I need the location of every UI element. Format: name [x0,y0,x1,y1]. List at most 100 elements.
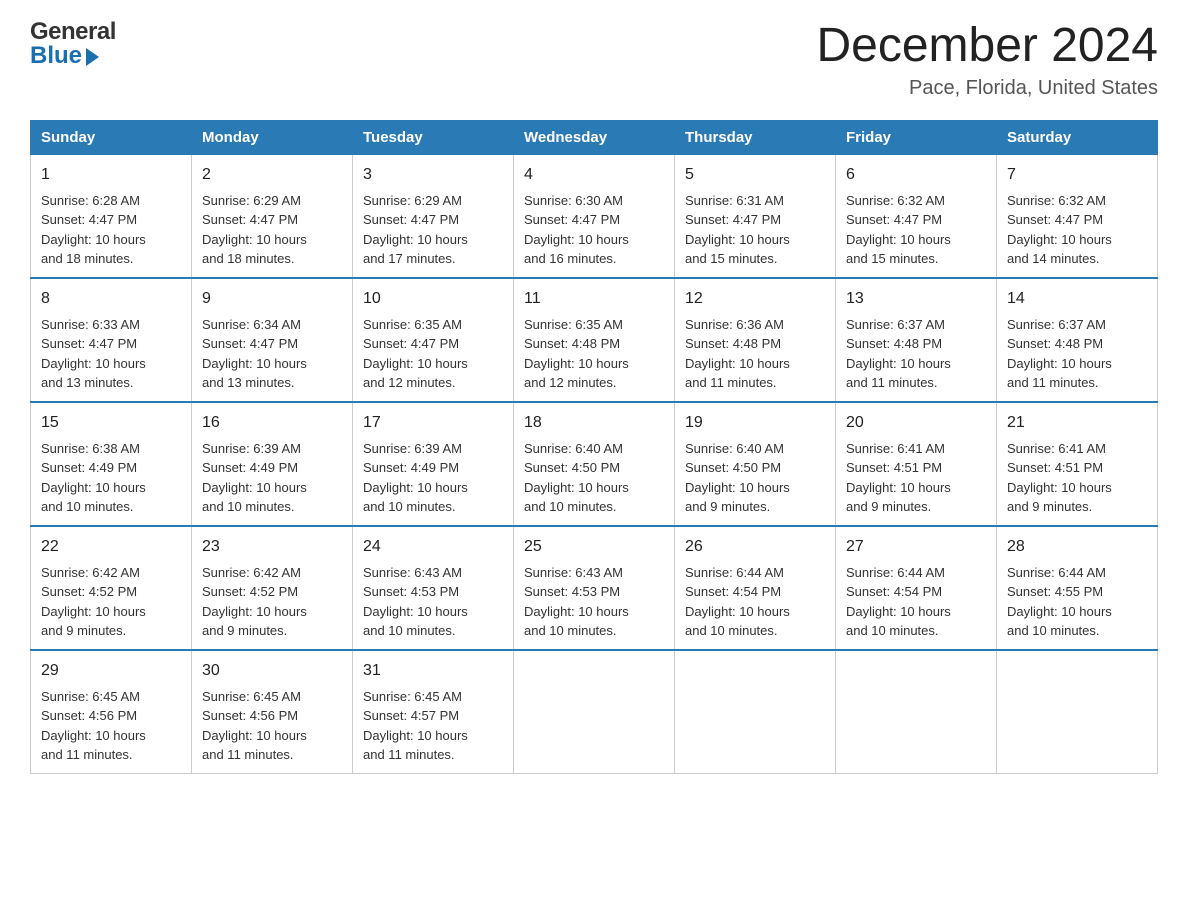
day-number: 29 [41,659,181,683]
day-info: Sunrise: 6:42 AMSunset: 4:52 PMDaylight:… [202,563,342,641]
day-info: Sunrise: 6:29 AMSunset: 4:47 PMDaylight:… [202,191,342,269]
day-info: Sunrise: 6:40 AMSunset: 4:50 PMDaylight:… [685,439,825,517]
day-info: Sunrise: 6:34 AMSunset: 4:47 PMDaylight:… [202,315,342,393]
header-row: Sunday Monday Tuesday Wednesday Thursday… [31,120,1158,154]
day-info: Sunrise: 6:36 AMSunset: 4:48 PMDaylight:… [685,315,825,393]
day-info: Sunrise: 6:35 AMSunset: 4:48 PMDaylight:… [524,315,664,393]
day-info: Sunrise: 6:42 AMSunset: 4:52 PMDaylight:… [41,563,181,641]
calendar-day-cell: 29 Sunrise: 6:45 AMSunset: 4:56 PMDayligh… [31,650,192,774]
day-info: Sunrise: 6:38 AMSunset: 4:49 PMDaylight:… [41,439,181,517]
calendar-day-cell: 30 Sunrise: 6:45 AMSunset: 4:56 PMDayligh… [192,650,353,774]
day-info: Sunrise: 6:33 AMSunset: 4:47 PMDaylight:… [41,315,181,393]
day-number: 7 [1007,163,1147,187]
calendar-day-cell: 8 Sunrise: 6:33 AMSunset: 4:47 PMDaylight… [31,278,192,402]
day-info: Sunrise: 6:40 AMSunset: 4:50 PMDaylight:… [524,439,664,517]
day-number: 14 [1007,287,1147,311]
calendar-day-cell: 11 Sunrise: 6:35 AMSunset: 4:48 PMDayligh… [514,278,675,402]
day-number: 20 [846,411,986,435]
calendar-day-cell: 12Sunrise: 6:36 AMSunset: 4:48 PMDayligh… [675,278,836,402]
calendar-week-row: 1 Sunrise: 6:28 AMSunset: 4:47 PMDaylight… [31,154,1158,278]
col-tuesday: Tuesday [353,120,514,154]
day-info: Sunrise: 6:41 AMSunset: 4:51 PMDaylight:… [1007,439,1147,517]
day-number: 18 [524,411,664,435]
calendar-day-cell: 10 Sunrise: 6:35 AMSunset: 4:47 PMDayligh… [353,278,514,402]
calendar-day-cell [514,650,675,774]
calendar-day-cell: 27Sunrise: 6:44 AMSunset: 4:54 PMDayligh… [836,526,997,650]
day-number: 28 [1007,535,1147,559]
calendar-day-cell: 20 Sunrise: 6:41 AMSunset: 4:51 PMDayligh… [836,402,997,526]
day-info: Sunrise: 6:41 AMSunset: 4:51 PMDaylight:… [846,439,986,517]
day-info: Sunrise: 6:43 AMSunset: 4:53 PMDaylight:… [524,563,664,641]
logo-blue: Blue [30,44,82,68]
day-number: 27 [846,535,986,559]
calendar-week-row: 22Sunrise: 6:42 AMSunset: 4:52 PMDayligh… [31,526,1158,650]
day-info: Sunrise: 6:44 AMSunset: 4:54 PMDaylight:… [685,563,825,641]
calendar-day-cell: 7 Sunrise: 6:32 AMSunset: 4:47 PMDaylight… [997,154,1158,278]
day-info: Sunrise: 6:32 AMSunset: 4:47 PMDaylight:… [1007,191,1147,269]
day-number: 11 [524,287,664,311]
day-number: 21 [1007,411,1147,435]
calendar-day-cell: 2 Sunrise: 6:29 AMSunset: 4:47 PMDaylight… [192,154,353,278]
col-friday: Friday [836,120,997,154]
calendar-day-cell: 16Sunrise: 6:39 AMSunset: 4:49 PMDayligh… [192,402,353,526]
calendar-day-cell [675,650,836,774]
day-info: Sunrise: 6:44 AMSunset: 4:55 PMDaylight:… [1007,563,1147,641]
col-wednesday: Wednesday [514,120,675,154]
day-number: 9 [202,287,342,311]
day-number: 4 [524,163,664,187]
calendar-day-cell: 4 Sunrise: 6:30 AMSunset: 4:47 PMDaylight… [514,154,675,278]
calendar-day-cell: 31 Sunrise: 6:45 AMSunset: 4:57 PMDayligh… [353,650,514,774]
calendar-day-cell: 25 Sunrise: 6:43 AMSunset: 4:53 PMDayligh… [514,526,675,650]
day-number: 2 [202,163,342,187]
calendar-day-cell: 17 Sunrise: 6:39 AMSunset: 4:49 PMDayligh… [353,402,514,526]
calendar-day-cell: 23Sunrise: 6:42 AMSunset: 4:52 PMDayligh… [192,526,353,650]
day-number: 16 [202,411,342,435]
day-number: 10 [363,287,503,311]
day-info: Sunrise: 6:37 AMSunset: 4:48 PMDaylight:… [846,315,986,393]
calendar-week-row: 8 Sunrise: 6:33 AMSunset: 4:47 PMDaylight… [31,278,1158,402]
day-number: 6 [846,163,986,187]
calendar-week-row: 15 Sunrise: 6:38 AMSunset: 4:49 PMDayligh… [31,402,1158,526]
day-number: 31 [363,659,503,683]
calendar-day-cell: 28 Sunrise: 6:44 AMSunset: 4:55 PMDayligh… [997,526,1158,650]
calendar-day-cell: 22Sunrise: 6:42 AMSunset: 4:52 PMDayligh… [31,526,192,650]
day-number: 17 [363,411,503,435]
calendar-body: 1 Sunrise: 6:28 AMSunset: 4:47 PMDaylight… [31,154,1158,773]
title-block: December 2024 Pace, Florida, United Stat… [816,20,1158,100]
calendar-day-cell: 5 Sunrise: 6:31 AMSunset: 4:47 PMDaylight… [675,154,836,278]
day-info: Sunrise: 6:45 AMSunset: 4:56 PMDaylight:… [202,687,342,765]
logo: General Blue [30,20,116,68]
day-number: 25 [524,535,664,559]
logo-arrow-icon [86,48,99,66]
col-monday: Monday [192,120,353,154]
day-info: Sunrise: 6:37 AMSunset: 4:48 PMDaylight:… [1007,315,1147,393]
day-number: 19 [685,411,825,435]
calendar-day-cell: 15 Sunrise: 6:38 AMSunset: 4:49 PMDayligh… [31,402,192,526]
day-info: Sunrise: 6:45 AMSunset: 4:56 PMDaylight:… [41,687,181,765]
day-number: 8 [41,287,181,311]
calendar-day-cell: 14 Sunrise: 6:37 AMSunset: 4:48 PMDayligh… [997,278,1158,402]
col-saturday: Saturday [997,120,1158,154]
calendar-table: Sunday Monday Tuesday Wednesday Thursday… [30,120,1158,774]
month-title: December 2024 [816,20,1158,73]
day-number: 5 [685,163,825,187]
day-info: Sunrise: 6:35 AMSunset: 4:47 PMDaylight:… [363,315,503,393]
day-info: Sunrise: 6:28 AMSunset: 4:47 PMDaylight:… [41,191,181,269]
logo-general: General [30,20,116,44]
calendar-week-row: 29 Sunrise: 6:45 AMSunset: 4:56 PMDayligh… [31,650,1158,774]
day-info: Sunrise: 6:39 AMSunset: 4:49 PMDaylight:… [363,439,503,517]
day-number: 1 [41,163,181,187]
calendar-day-cell: 13Sunrise: 6:37 AMSunset: 4:48 PMDayligh… [836,278,997,402]
day-info: Sunrise: 6:32 AMSunset: 4:47 PMDaylight:… [846,191,986,269]
calendar-day-cell: 24Sunrise: 6:43 AMSunset: 4:53 PMDayligh… [353,526,514,650]
calendar-day-cell [836,650,997,774]
day-info: Sunrise: 6:30 AMSunset: 4:47 PMDaylight:… [524,191,664,269]
day-number: 30 [202,659,342,683]
day-number: 15 [41,411,181,435]
day-info: Sunrise: 6:45 AMSunset: 4:57 PMDaylight:… [363,687,503,765]
calendar-day-cell [997,650,1158,774]
calendar-day-cell: 26Sunrise: 6:44 AMSunset: 4:54 PMDayligh… [675,526,836,650]
day-info: Sunrise: 6:31 AMSunset: 4:47 PMDaylight:… [685,191,825,269]
col-thursday: Thursday [675,120,836,154]
calendar-day-cell: 3Sunrise: 6:29 AMSunset: 4:47 PMDaylight… [353,154,514,278]
